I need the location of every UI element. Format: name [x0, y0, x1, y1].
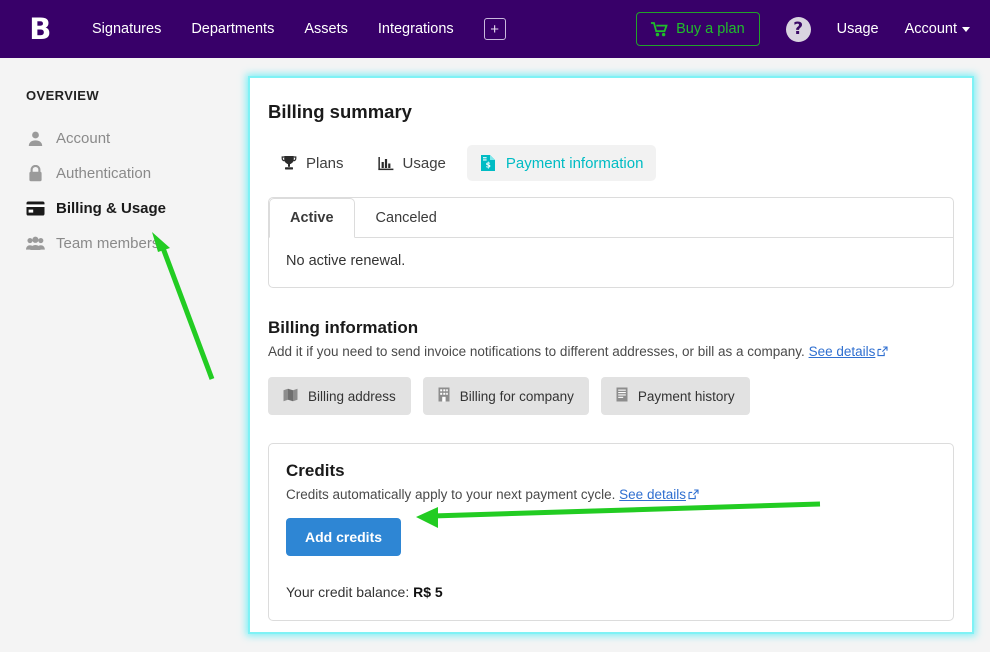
- nav-item-departments[interactable]: Departments: [191, 21, 274, 37]
- billing-address-button[interactable]: Billing address: [268, 377, 411, 415]
- user-icon: [26, 129, 45, 148]
- help-icon[interactable]: ?: [785, 16, 811, 42]
- renewal-status-text: No active renewal.: [286, 253, 406, 269]
- billing-for-company-button[interactable]: Billing for company: [422, 377, 589, 415]
- tab-label: Usage: [402, 154, 446, 172]
- page-title: Billing summary: [268, 101, 412, 122]
- svg-text:$: $: [485, 161, 490, 170]
- tab-plans[interactable]: Plans: [268, 146, 357, 181]
- building-icon: [438, 387, 450, 405]
- buy-a-plan-label: Buy a plan: [676, 21, 745, 37]
- tab-payment-information[interactable]: $ Payment information: [466, 145, 657, 181]
- nav-item-integrations[interactable]: Integrations: [378, 21, 454, 37]
- people-icon: [26, 234, 45, 253]
- credits-description-text: Credits automatically apply to your next…: [286, 487, 616, 502]
- external-link-icon: [688, 489, 699, 500]
- sidebar-item-billing-usage[interactable]: Billing & Usage: [26, 191, 232, 226]
- trophy-icon: [281, 155, 297, 171]
- sidebar-section-title: OVERVIEW: [26, 88, 100, 103]
- billing-action-buttons: Billing address Billing for company Paym…: [268, 377, 954, 415]
- sidebar-item-label: Team members: [56, 235, 160, 252]
- credits-see-details-link[interactable]: See details: [619, 487, 699, 502]
- sidebar-item-account[interactable]: Account: [26, 121, 232, 156]
- payment-history-button[interactable]: Payment history: [600, 377, 750, 415]
- billing-summary-card: Billing summary Plans Usage $ Payment in…: [248, 76, 974, 634]
- account-label: Account: [904, 21, 957, 37]
- invoice-icon: $: [480, 154, 497, 172]
- sidebar-item-team-members[interactable]: Team members: [26, 226, 232, 261]
- add-new-icon[interactable]: +: [483, 18, 506, 40]
- app-logo[interactable]: B: [18, 12, 62, 46]
- nav-right-group: Buy a plan ? Usage Account: [636, 12, 970, 46]
- renewal-tabs: Active Canceled: [269, 198, 953, 238]
- billing-information-description-text: Add it if you need to send invoice notif…: [268, 344, 805, 359]
- tab-label: Payment information: [505, 154, 644, 172]
- credit-balance: Your credit balance: R$ 5: [286, 584, 936, 600]
- page-body: OVERVIEW Account Authentication Billing …: [0, 58, 990, 652]
- add-credits-button[interactable]: Add credits: [286, 518, 402, 556]
- chevron-down-icon: [962, 26, 970, 32]
- credits-description: Credits automatically apply to your next…: [286, 487, 936, 502]
- credit-balance-value: R$ 5: [413, 584, 443, 600]
- credit-balance-label: Your credit balance:: [286, 584, 410, 600]
- button-label: Billing for company: [459, 388, 574, 404]
- tab-label: Plans: [306, 154, 344, 172]
- lock-icon: [26, 164, 45, 183]
- tab-active[interactable]: Active: [269, 198, 355, 238]
- primary-nav: Signatures Departments Assets Integratio…: [92, 18, 506, 40]
- sidebar-item-label: Account: [56, 130, 111, 147]
- map-icon: [283, 388, 298, 405]
- shopping-cart-icon: [651, 21, 668, 37]
- main-content: Billing summary Plans Usage $ Payment in…: [232, 58, 990, 652]
- button-label: Payment history: [637, 388, 735, 404]
- link-label: See details: [808, 344, 876, 359]
- nav-item-account[interactable]: Account: [905, 21, 970, 37]
- receipt-icon: [616, 387, 628, 405]
- billing-information-description: Add it if you need to send invoice notif…: [268, 344, 954, 359]
- nav-item-assets[interactable]: Assets: [304, 21, 348, 37]
- link-label: See details: [619, 487, 686, 502]
- sidebar-item-authentication[interactable]: Authentication: [26, 156, 232, 191]
- sidebar-item-label: Billing & Usage: [56, 200, 167, 217]
- credit-card-icon: [26, 199, 45, 218]
- top-navbar: B Signatures Departments Assets Integrat…: [0, 0, 990, 58]
- bar-chart-icon: [377, 156, 394, 171]
- billing-see-details-link[interactable]: See details: [809, 344, 889, 359]
- sidebar: OVERVIEW Account Authentication Billing …: [0, 58, 232, 652]
- credits-title: Credits: [286, 461, 345, 480]
- credits-section: Credits Credits automatically apply to y…: [268, 443, 954, 621]
- nav-item-signatures[interactable]: Signatures: [92, 21, 161, 37]
- sidebar-item-label: Authentication: [56, 165, 152, 182]
- billing-tabs: Plans Usage $ Payment information: [268, 145, 954, 181]
- billing-information-title: Billing information: [268, 318, 419, 337]
- tab-usage[interactable]: Usage: [365, 146, 459, 181]
- buy-a-plan-button[interactable]: Buy a plan: [636, 12, 760, 46]
- external-link-icon: [877, 346, 888, 357]
- tab-canceled[interactable]: Canceled: [355, 198, 458, 238]
- nav-item-usage[interactable]: Usage: [837, 21, 879, 37]
- button-label: Billing address: [308, 388, 396, 404]
- renewal-panel: Active Canceled No active renewal.: [268, 197, 954, 288]
